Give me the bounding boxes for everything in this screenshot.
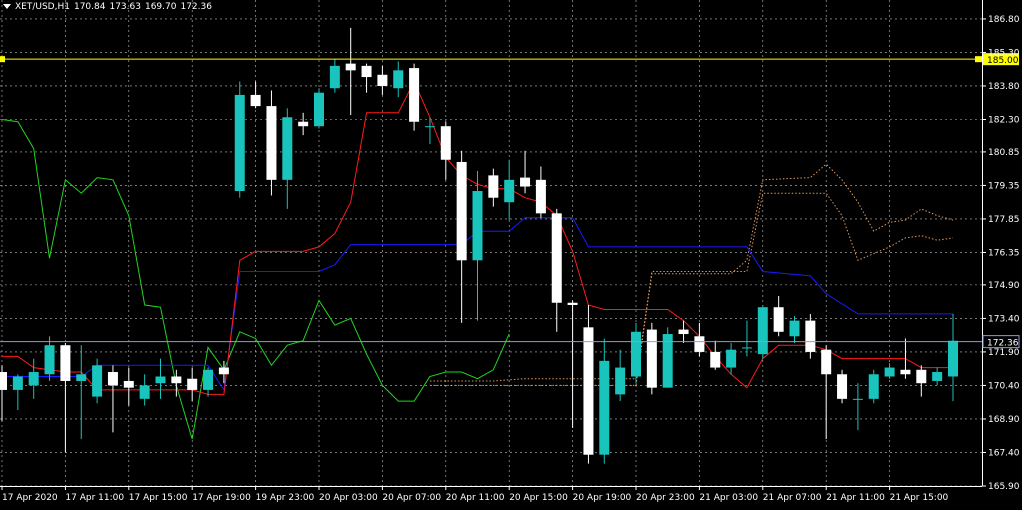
x-tick-label: 21 Apr 15:00 [890, 493, 949, 503]
candle-body-bull [757, 307, 768, 355]
x-tick-label: 17 Apr 19:00 [192, 493, 251, 503]
chart-grid [0, 0, 983, 487]
candle-body-bear [520, 177, 531, 187]
alert-level-handle[interactable] [0, 56, 5, 63]
candle-body-bull [884, 367, 895, 377]
candlestick-series [0, 27, 958, 464]
candle-body-bear [298, 121, 309, 127]
candle-body-bull [852, 398, 863, 400]
candle-body-bear [678, 329, 689, 335]
candle-body-bear [821, 349, 832, 375]
y-tick-label: 168.90 [988, 415, 1020, 425]
candle-body-bear [123, 380, 134, 388]
candle-body-bear [694, 336, 705, 352]
candle-body-bear [583, 327, 594, 455]
candle-body-bear [900, 369, 911, 375]
candle-body-bull [868, 374, 879, 399]
candle-body-bull [504, 179, 515, 203]
candle-body-bear [60, 345, 71, 381]
candle-body-bull [472, 191, 483, 261]
candle-body-bull [44, 345, 55, 375]
candle-body-bear [488, 175, 499, 198]
y-tick-label: 177.85 [988, 215, 1020, 225]
x-tick-label: 17 Apr 15:00 [129, 493, 188, 503]
candle-body-bull [631, 331, 641, 377]
candle-body-bull [76, 374, 87, 381]
candle-body-bull [615, 367, 626, 395]
candle-body-bear [535, 179, 546, 214]
y-tick-label: 174.90 [988, 281, 1020, 291]
x-tick-label: 21 Apr 11:00 [826, 493, 885, 503]
candle-body-bull [139, 385, 150, 399]
x-tick-label: 20 Apr 15:00 [509, 493, 568, 503]
candle-body-bear [440, 126, 451, 160]
candle-body-bear [377, 74, 388, 86]
candle-body-bull [234, 94, 245, 192]
candle-body-bull [28, 372, 39, 386]
x-tick-label: 17 Apr 11:00 [65, 493, 124, 503]
candle-body-bull [599, 360, 610, 455]
alert-level-handle[interactable] [975, 56, 982, 63]
x-tick-label: 20 Apr 23:00 [636, 493, 695, 503]
y-tick-label: 185.30 [988, 48, 1020, 58]
senkou-span-b-line [429, 192, 954, 386]
candle-body-bear [345, 63, 356, 71]
candle-body-bear [409, 68, 420, 122]
y-tick-label: 186.80 [988, 15, 1020, 25]
candle-body-bull [12, 376, 23, 390]
candle-body-bear [456, 161, 467, 261]
candle-body-bear [171, 376, 182, 384]
y-tick-label: 170.40 [988, 381, 1020, 391]
price-chart[interactable]: 185.00172.36 186.80185.30183.80182.30180… [0, 0, 1022, 510]
price-axis[interactable]: 186.80 185.30 183.80 182.30 180.85 179.35 177.… [982, 15, 1020, 492]
candle-body-bear [250, 94, 261, 107]
y-tick-label: 182.30 [988, 116, 1020, 126]
candle-body-bear [837, 374, 848, 399]
y-tick-label: 173.40 [988, 314, 1020, 324]
y-tick-label: 183.80 [988, 82, 1020, 92]
candle-body-bull [393, 70, 404, 89]
candle-body-bear [361, 65, 372, 78]
candle-body-bear [107, 372, 118, 386]
y-tick-label: 171.90 [988, 348, 1020, 358]
candle-body-bull [92, 365, 103, 397]
candle-body-bear [567, 302, 578, 305]
candle-body-bull [203, 369, 214, 390]
y-tick-label: 165.90 [988, 482, 1020, 492]
x-tick-label: 20 Apr 03:00 [319, 493, 378, 503]
candle-body-bull [155, 376, 166, 384]
candle-body-bear [218, 367, 229, 375]
candle-body-bull [424, 126, 435, 128]
y-tick-label: 180.85 [988, 148, 1020, 158]
candle-body-bear [551, 213, 562, 303]
x-tick-label: 20 Apr 11:00 [446, 493, 505, 503]
candle-body-bull [741, 347, 752, 349]
y-tick-label: 167.40 [988, 448, 1020, 458]
y-tick-label: 179.35 [988, 181, 1020, 191]
x-tick-label: 21 Apr 07:00 [763, 493, 822, 503]
x-tick-label: 21 Apr 03:00 [699, 493, 758, 503]
x-tick-label: 17 Apr 2020 [2, 493, 58, 503]
candle-body-bull [948, 340, 958, 377]
candle-body-bear [187, 378, 198, 390]
time-axis[interactable]: 17 Apr 2020 17 Apr 11:00 17 Apr 15:00 17 Ap… [1, 486, 949, 503]
x-tick-label: 20 Apr 19:00 [573, 493, 632, 503]
candle-body-bull [282, 117, 293, 180]
candle-body-bear [916, 369, 927, 384]
candle-body-bear [646, 329, 657, 388]
candle-body-bear [773, 307, 784, 332]
candle-body-bull [329, 65, 340, 89]
x-tick-label: 20 Apr 07:00 [382, 493, 441, 503]
x-tick-label: 19 Apr 23:00 [256, 493, 315, 503]
candle-body-bear [710, 351, 721, 368]
candle-body-bull [314, 92, 324, 127]
candle-body-bear [0, 372, 7, 390]
candle-body-bear [266, 106, 277, 180]
candle-body-bear [805, 320, 816, 352]
candle-body-bull [932, 372, 943, 381]
candle-body-bull [789, 320, 800, 337]
candle-body-bull [726, 349, 737, 368]
y-tick-label: 176.35 [988, 248, 1020, 258]
